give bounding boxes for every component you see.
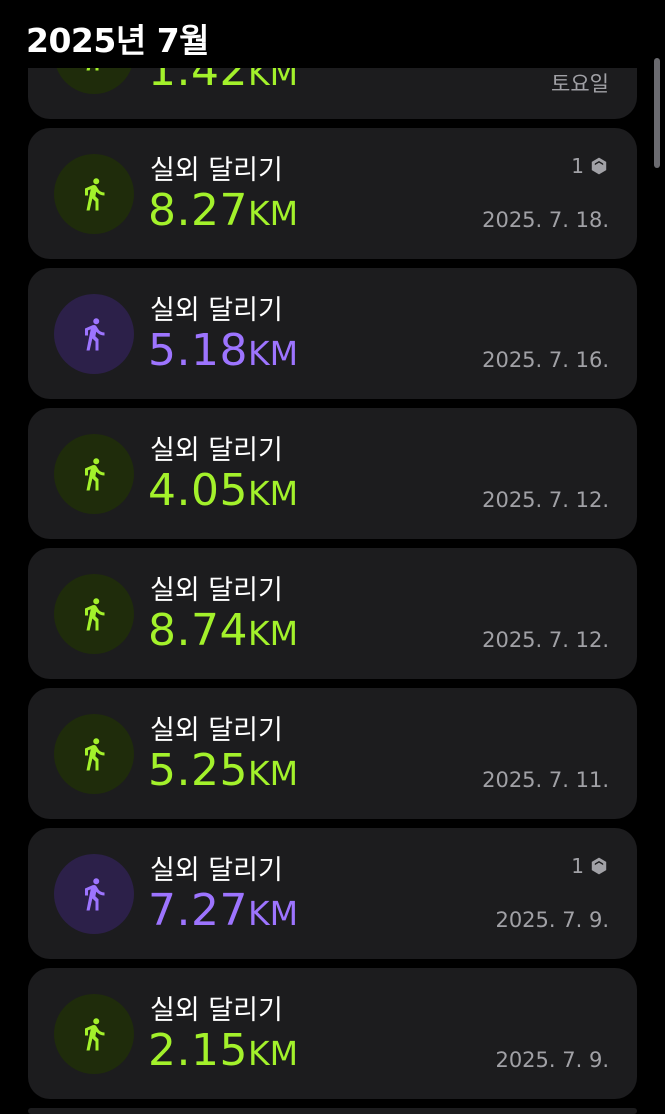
workout-card[interactable]: 실외 달리기 4.05KM 2025. 7. 12. bbox=[28, 408, 637, 539]
workout-distance: 8.27KM bbox=[148, 185, 299, 236]
running-figure-icon bbox=[85, 458, 105, 491]
running-figure-icon bbox=[85, 178, 105, 211]
workout-card[interactable] bbox=[28, 1108, 637, 1114]
workout-distance: 4.05KM bbox=[148, 465, 299, 516]
workout-distance: 5.18KM bbox=[148, 325, 299, 376]
workout-card[interactable]: 실외 달리기 8.74KM 2025. 7. 12. bbox=[28, 548, 637, 679]
workout-date: 2025. 7. 12. bbox=[482, 488, 609, 512]
workout-name: 실외 달리기 bbox=[150, 295, 283, 326]
workout-name: 실외 달리기 bbox=[150, 435, 283, 466]
award-badge: 1 bbox=[571, 154, 609, 178]
month-header: 2025년 7월 bbox=[0, 0, 665, 68]
workout-date: 2025. 7. 11. bbox=[482, 768, 609, 792]
workout-card[interactable]: 실외 달리기 5.18KM 2025. 7. 16. bbox=[28, 268, 637, 399]
workout-distance: 2.15KM bbox=[148, 1025, 299, 1076]
workout-name: 실외 달리기 bbox=[150, 575, 283, 606]
workout-icon-circle bbox=[54, 994, 134, 1074]
workout-card[interactable]: 실외 달리기 7.27KM 1 2025. 7. 9. bbox=[28, 828, 637, 959]
running-figure-icon bbox=[85, 738, 105, 771]
award-badge: 1 bbox=[571, 854, 609, 878]
award-hexagon-icon bbox=[591, 157, 607, 175]
workout-distance: 7.27KM bbox=[148, 885, 299, 936]
running-figure-icon bbox=[85, 598, 105, 631]
award-count: 1 bbox=[571, 154, 584, 178]
workout-card[interactable]: 실외 달리기 8.27KM 1 2025. 7. 18. bbox=[28, 128, 637, 259]
page-title: 2025년 7월 bbox=[26, 21, 210, 60]
workout-distance: 8.74KM bbox=[148, 605, 299, 656]
award-hexagon-icon bbox=[591, 857, 607, 875]
workout-name: 실외 달리기 bbox=[150, 855, 283, 886]
workout-list[interactable]: 1.42KM 토요일 실외 달리기 8.27KM 1 2025. 7. 18. … bbox=[0, 0, 665, 1114]
workout-date: 2025. 7. 9. bbox=[495, 1048, 609, 1072]
workout-name: 실외 달리기 bbox=[150, 715, 283, 746]
workout-icon-circle bbox=[54, 154, 134, 234]
workout-date: 2025. 7. 9. bbox=[495, 908, 609, 932]
workout-name: 실외 달리기 bbox=[150, 155, 283, 186]
workout-card[interactable]: 실외 달리기 2.15KM 2025. 7. 9. bbox=[28, 968, 637, 1099]
workout-icon-circle bbox=[54, 294, 134, 374]
workout-date: 토요일 bbox=[551, 72, 609, 96]
workout-icon-circle bbox=[54, 854, 134, 934]
scrollbar[interactable] bbox=[654, 58, 660, 168]
workout-name: 실외 달리기 bbox=[150, 995, 283, 1026]
workout-card[interactable]: 실외 달리기 5.25KM 2025. 7. 11. bbox=[28, 688, 637, 819]
workout-date: 2025. 7. 18. bbox=[482, 208, 609, 232]
workout-icon-circle bbox=[54, 434, 134, 514]
workout-date: 2025. 7. 12. bbox=[482, 628, 609, 652]
running-figure-icon bbox=[85, 878, 105, 911]
workout-date: 2025. 7. 16. bbox=[482, 348, 609, 372]
running-figure-icon bbox=[85, 1018, 105, 1051]
workout-distance: 5.25KM bbox=[148, 745, 299, 796]
workout-icon-circle bbox=[54, 574, 134, 654]
award-count: 1 bbox=[571, 854, 584, 878]
running-figure-icon bbox=[85, 318, 105, 351]
workout-icon-circle bbox=[54, 714, 134, 794]
